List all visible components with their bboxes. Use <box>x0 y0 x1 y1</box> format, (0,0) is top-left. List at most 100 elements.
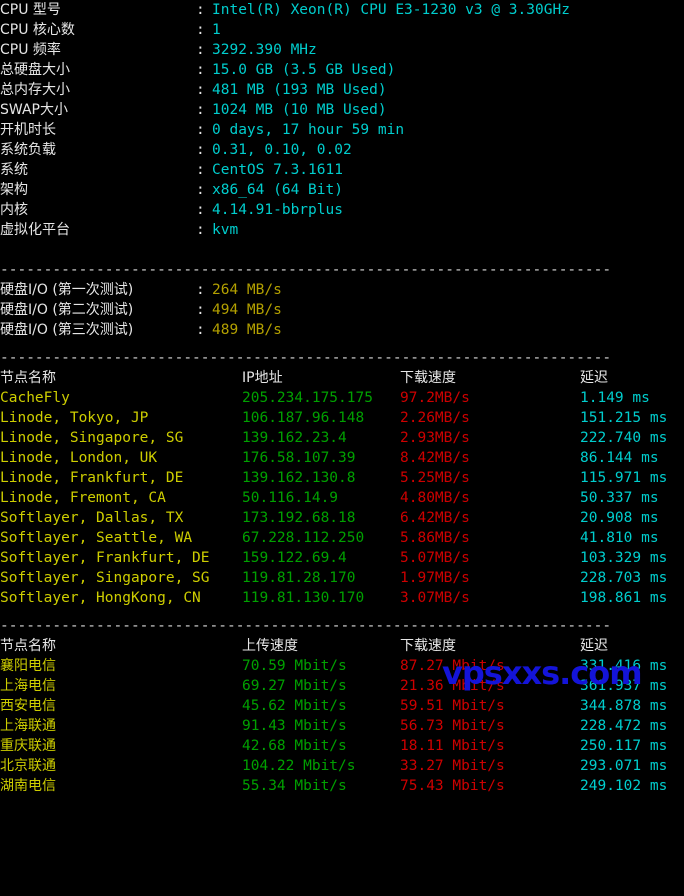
speedtest-latency: 361.937 ms <box>580 678 668 694</box>
diskio-value: 264 MB/s <box>212 282 282 298</box>
speedtest-node-name: 湖南电信 <box>0 778 56 794</box>
speedtest-latency: 344.878 ms <box>580 698 668 714</box>
diskio-colon: : <box>196 282 205 298</box>
sysinfo-colon: : <box>196 222 205 238</box>
table-row: Softlayer, Dallas, TX 173.192.68.18 6.42… <box>0 508 684 528</box>
node-name: Softlayer, Singapore, SG <box>0 570 210 586</box>
node-latency: 20.908 ms <box>580 510 659 526</box>
diskio-value: 489 MB/s <box>212 322 282 338</box>
node-ip: 67.228.112.250 <box>242 530 365 546</box>
speedtest-table: 节点名称 上传速度 下载速度 延迟 襄阳电信 70.59 Mbit/s 87.2… <box>0 636 684 796</box>
node-speed-table: 节点名称 IP地址 下载速度 延迟 CacheFly 205.234.175.1… <box>0 368 684 608</box>
speedtest-latency: 331.416 ms <box>580 658 668 674</box>
diskio-row: 硬盘I/O (第二次测试) : 494 MB/s <box>0 300 684 320</box>
diskio-row: 硬盘I/O (第三次测试) : 489 MB/s <box>0 320 684 340</box>
node-download: 2.26MB/s <box>400 410 470 426</box>
node-name: Softlayer, Seattle, WA <box>0 530 193 546</box>
node-latency: 86.144 ms <box>580 450 659 466</box>
table-row: Softlayer, Singapore, SG 119.81.28.170 1… <box>0 568 684 588</box>
node-name: CacheFly <box>0 390 70 406</box>
speedtest-upload: 104.22 Mbit/s <box>242 758 356 774</box>
sysinfo-row: 虚拟化平台 : kvm <box>0 220 684 240</box>
speedtest-node-name: 重庆联通 <box>0 738 56 754</box>
table-row: Softlayer, Frankfurt, DE 159.122.69.4 5.… <box>0 548 684 568</box>
speedtest-upload: 91.43 Mbit/s <box>242 718 347 734</box>
node-latency: 228.703 ms <box>580 570 668 586</box>
node-name: Softlayer, HongKong, CN <box>0 590 201 606</box>
sysinfo-colon: : <box>196 22 205 38</box>
sysinfo-row: 内核 : 4.14.91-bbrplus <box>0 200 684 220</box>
table-row: CacheFly 205.234.175.175 97.2MB/s 1.149 … <box>0 388 684 408</box>
node-download: 4.80MB/s <box>400 490 470 506</box>
speedtest-download: 33.27 Mbit/s <box>400 758 505 774</box>
separator-line: ----------------------------------------… <box>0 350 612 366</box>
table-row: Linode, Tokyo, JP 106.187.96.148 2.26MB/… <box>0 408 684 428</box>
diskio-colon: : <box>196 322 205 338</box>
sysinfo-colon: : <box>196 202 205 218</box>
sysinfo-label: 总硬盘大小 <box>0 62 70 78</box>
node-ip: 139.162.130.8 <box>242 470 356 486</box>
node-ip: 176.58.107.39 <box>242 450 356 466</box>
header-node-name: 节点名称 <box>0 638 56 654</box>
sysinfo-value: 3292.390 MHz <box>212 42 317 58</box>
node-download: 3.07MB/s <box>400 590 470 606</box>
node-download: 5.86MB/s <box>400 530 470 546</box>
diskio-label: 硬盘I/O (第三次测试) <box>0 322 134 338</box>
sysinfo-label: SWAP大小 <box>0 102 68 118</box>
sysinfo-row: SWAP大小 : 1024 MB (10 MB Used) <box>0 100 684 120</box>
sysinfo-value: 1 <box>212 22 221 38</box>
table-row: Linode, Singapore, SG 139.162.23.4 2.93M… <box>0 428 684 448</box>
sysinfo-value: 0.31, 0.10, 0.02 <box>212 142 352 158</box>
sysinfo-label: 开机时长 <box>0 122 56 138</box>
table-row: Linode, Fremont, CA 50.116.14.9 4.80MB/s… <box>0 488 684 508</box>
node-ip: 159.122.69.4 <box>242 550 347 566</box>
table-row: Linode, Frankfurt, DE 139.162.130.8 5.25… <box>0 468 684 488</box>
node-name: Linode, Frankfurt, DE <box>0 470 184 486</box>
node-latency: 1.149 ms <box>580 390 650 406</box>
sysinfo-row: CPU 型号 : Intel(R) Xeon(R) CPU E3-1230 v3… <box>0 0 684 20</box>
speedtest-download: 87.27 Mbit/s <box>400 658 505 674</box>
node-latency: 222.740 ms <box>580 430 668 446</box>
node-name: Linode, Fremont, CA <box>0 490 166 506</box>
terminal-window: CPU 型号 : Intel(R) Xeon(R) CPU E3-1230 v3… <box>0 0 684 794</box>
table-row: 西安电信 45.62 Mbit/s 59.51 Mbit/s 344.878 m… <box>0 696 684 716</box>
table-row: 上海电信 69.27 Mbit/s 21.36 Mbit/s 361.937 m… <box>0 676 684 696</box>
sysinfo-label: 架构 <box>0 182 28 198</box>
node-download: 5.07MB/s <box>400 550 470 566</box>
sysinfo-value: 0 days, 17 hour 59 min <box>212 122 405 138</box>
node-download: 2.93MB/s <box>400 430 470 446</box>
table-row: Softlayer, HongKong, CN 119.81.130.170 3… <box>0 588 684 608</box>
node-ip: 205.234.175.175 <box>242 390 373 406</box>
speedtest-download: 59.51 Mbit/s <box>400 698 505 714</box>
sysinfo-label: 虚拟化平台 <box>0 222 70 238</box>
speedtest-node-name: 上海联通 <box>0 718 56 734</box>
sysinfo-row: CPU 核心数 : 1 <box>0 20 684 40</box>
sysinfo-value: Intel(R) Xeon(R) CPU E3-1230 v3 @ 3.30GH… <box>212 2 570 18</box>
sysinfo-row: 系统负载 : 0.31, 0.10, 0.02 <box>0 140 684 160</box>
node-latency: 151.215 ms <box>580 410 668 426</box>
table-header-row: 节点名称 上传速度 下载速度 延迟 <box>0 636 684 656</box>
node-latency: 115.971 ms <box>580 470 668 486</box>
header-node-name: 节点名称 <box>0 370 56 386</box>
table-header-row: 节点名称 IP地址 下载速度 延迟 <box>0 368 684 388</box>
sysinfo-colon: : <box>196 122 205 138</box>
table-row: 湖南电信 55.34 Mbit/s 75.43 Mbit/s 249.102 m… <box>0 776 684 796</box>
node-ip: 119.81.130.170 <box>242 590 365 606</box>
node-name: Linode, Tokyo, JP <box>0 410 149 426</box>
header-upload-speed: 上传速度 <box>242 638 298 654</box>
node-download: 1.97MB/s <box>400 570 470 586</box>
sysinfo-value: 4.14.91-bbrplus <box>212 202 343 218</box>
table-row: 重庆联通 42.68 Mbit/s 18.11 Mbit/s 250.117 m… <box>0 736 684 756</box>
speedtest-upload: 45.62 Mbit/s <box>242 698 347 714</box>
node-ip: 106.187.96.148 <box>242 410 365 426</box>
node-name: Linode, London, UK <box>0 450 158 466</box>
diskio-section: 硬盘I/O (第一次测试) : 264 MB/s 硬盘I/O (第二次测试) :… <box>0 280 684 340</box>
sysinfo-label: CPU 核心数 <box>0 22 75 38</box>
sysinfo-row: 总硬盘大小 : 15.0 GB (3.5 GB Used) <box>0 60 684 80</box>
separator-line: ----------------------------------------… <box>0 618 612 634</box>
sysinfo-label: 内核 <box>0 202 28 218</box>
speedtest-latency: 249.102 ms <box>580 778 668 794</box>
